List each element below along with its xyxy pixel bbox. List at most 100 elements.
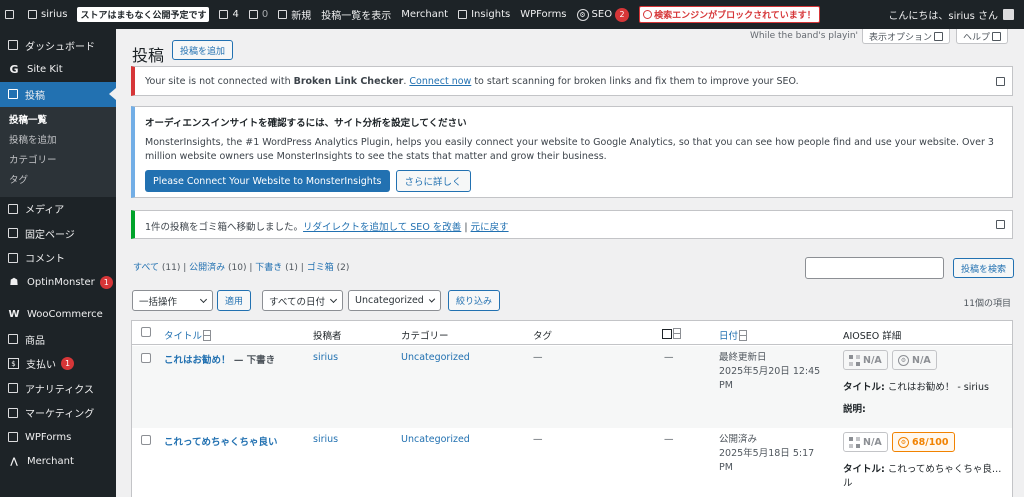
sidebar-item-payments[interactable]: $ 支払い 1 [0, 352, 116, 377]
filter-all-count: (11) [161, 263, 181, 273]
seo-count-badge: 2 [615, 7, 630, 22]
date-filter-select[interactable]: すべての日付 [262, 290, 343, 311]
post-comments: — [664, 434, 674, 445]
seo-title-continued: ル [843, 478, 853, 489]
comments-count: 0 [261, 9, 269, 20]
sidebar-item-analytics[interactable]: アナリティクス [0, 376, 116, 401]
screen-options-button[interactable]: 表示オプション [862, 29, 951, 44]
column-author: 投稿者 [313, 331, 342, 342]
sidebar-item-label: アナリティクス [25, 384, 94, 396]
my-account-menu[interactable]: こんにちは、sirius さん [888, 7, 1024, 22]
chevron-down-icon [428, 295, 436, 303]
site-name-menu[interactable]: sirius [23, 0, 72, 29]
connect-monsterinsights-button[interactable]: Please Connect Your Website to MonsterIn… [145, 170, 390, 192]
sidebar-item-woocommerce[interactable]: W WooCommerce [0, 303, 116, 328]
seo-score-value: N/A [863, 436, 882, 448]
dismiss-icon[interactable] [996, 220, 1005, 229]
post-tags: — [533, 352, 543, 363]
seo-score-badge[interactable]: N/A [843, 350, 888, 370]
post-date-value: 2025年5月18日 5:17 PM [719, 448, 815, 473]
submenu-all-posts[interactable]: 投稿一覧 [0, 111, 116, 131]
sidebar-item-sitekit[interactable]: G Site Kit [0, 58, 116, 83]
comment-icon [662, 328, 672, 339]
filter-published[interactable]: 公開済み (10) [189, 263, 246, 273]
submenu-tags[interactable]: タグ [0, 171, 116, 191]
help-button[interactable]: ヘルプ [956, 29, 1009, 44]
sidebar-item-pages[interactable]: 固定ページ [0, 221, 116, 246]
grid-icon [849, 354, 860, 366]
sidebar-item-optinmonster[interactable]: ☗ OptinMonster 1 [0, 270, 116, 295]
aioseo-icon: ⚙ [898, 354, 909, 366]
bulk-action-select[interactable]: 一括操作 [132, 290, 213, 311]
filter-all[interactable]: すべて (11) [133, 263, 180, 273]
apply-button[interactable]: 適用 [217, 290, 252, 311]
seo-title-value: これはお勧め！ - sirius [887, 382, 989, 393]
sidebar-item-dashboard[interactable]: ダッシュボード [0, 33, 116, 58]
search-blocked-notice[interactable]: 検索エンジンがブロックされています！ [634, 0, 825, 29]
sidebar-item-merchant[interactable]: ⋀ Merchant [0, 450, 116, 475]
dismiss-icon[interactable] [996, 77, 1005, 86]
new-content-menu[interactable]: 新規 [273, 0, 316, 29]
learn-more-button[interactable]: さらに詳しく [395, 170, 471, 192]
post-category-link[interactable]: Uncategorized [401, 352, 470, 363]
row-checkbox[interactable] [141, 435, 151, 445]
sidebar-item-products[interactable]: 商品 [0, 327, 116, 352]
select-all-checkbox[interactable] [141, 327, 151, 337]
search-posts-button[interactable]: 投稿を検索 [953, 258, 1015, 278]
row-checkbox[interactable] [141, 353, 151, 363]
comments-menu[interactable]: 0 [244, 0, 273, 29]
sidebar-item-label: マーケティング [25, 409, 95, 421]
wpforms-label: WPForms [520, 9, 567, 20]
sidebar-item-comments[interactable]: コメント [0, 246, 116, 271]
post-author-link[interactable]: sirius [313, 434, 338, 445]
undo-link[interactable]: 元に戻す [471, 222, 509, 233]
monsterinsights-body: MonsterInsights, the #1 WordPress Analyt… [145, 137, 994, 162]
submenu-add-post[interactable]: 投稿を追加 [0, 131, 116, 151]
filter-draft[interactable]: 下書き (1) [255, 263, 298, 273]
sidebar-item-posts[interactable]: 投稿 [0, 82, 116, 107]
column-category: カテゴリー [401, 331, 449, 342]
wordpress-icon [5, 10, 14, 19]
post-search-input[interactable] [805, 257, 944, 279]
blc-connect-link[interactable]: Connect now [409, 76, 471, 87]
post-title-link[interactable]: これってめちゃくちゃ良い [164, 437, 278, 448]
seo-title-line: タイトル: これはお勧め！ - sirius [843, 379, 989, 393]
sidebar-item-label: 支払い [26, 360, 56, 372]
add-redirect-link[interactable]: リダイレクトを追加して SEO を改善 [303, 222, 461, 233]
truseo-score-badge[interactable]: ⚙ 68/100 [892, 432, 955, 452]
category-filter-select[interactable]: Uncategorized [348, 290, 441, 311]
view-posts-link[interactable]: 投稿一覧を表示 [316, 0, 396, 29]
store-notice-badge[interactable]: ストアはまもなく公開予定です [72, 0, 214, 29]
wp-logo-menu[interactable] [0, 0, 23, 29]
post-title-link[interactable]: これはお勧め！ [164, 355, 231, 366]
monsterinsights-heading: オーディエンスインサイトを確認するには、サイト分析を設定してください [145, 118, 467, 129]
truseo-score-badge[interactable]: ⚙ N/A [892, 350, 937, 370]
dashboard-icon [8, 40, 18, 51]
add-new-post-button[interactable]: 投稿を追加 [172, 40, 234, 60]
greeting-text: こんにちは、sirius さん [888, 11, 998, 22]
sidebar-item-marketing[interactable]: マーケティング [0, 401, 116, 426]
insights-menu[interactable]: Insights [453, 0, 515, 29]
column-date[interactable]: 日付 [719, 328, 748, 342]
wpforms-menu[interactable]: WPForms [515, 0, 571, 29]
products-icon [8, 334, 18, 345]
seo-menu[interactable]: ⚙ SEO 2 [572, 0, 635, 29]
truseo-score-value: 68/100 [912, 436, 949, 448]
filter-button[interactable]: 絞り込み [448, 290, 501, 311]
post-author-link[interactable]: sirius [313, 352, 338, 363]
submenu-categories[interactable]: カテゴリー [0, 151, 116, 171]
sidebar-item-media[interactable]: メディア [0, 197, 116, 222]
filter-trash-count: (2) [336, 263, 350, 273]
pages-icon [8, 228, 18, 239]
post-category-link[interactable]: Uncategorized [401, 434, 470, 445]
column-comments[interactable] [662, 328, 681, 339]
updates-menu[interactable]: 4 [214, 0, 243, 29]
merchant-menu[interactable]: Merchant [396, 0, 453, 29]
items-count: 11個の項目 [963, 299, 1011, 309]
column-title[interactable]: タイトル [164, 328, 212, 342]
seo-score-badge[interactable]: N/A [843, 432, 888, 452]
sidebar-item-label: Site Kit [27, 64, 63, 76]
filter-trash[interactable]: ゴミ箱 (2) [307, 263, 350, 273]
sidebar-item-label: メディア [25, 205, 65, 217]
sidebar-item-wpforms[interactable]: WPForms [0, 425, 116, 450]
